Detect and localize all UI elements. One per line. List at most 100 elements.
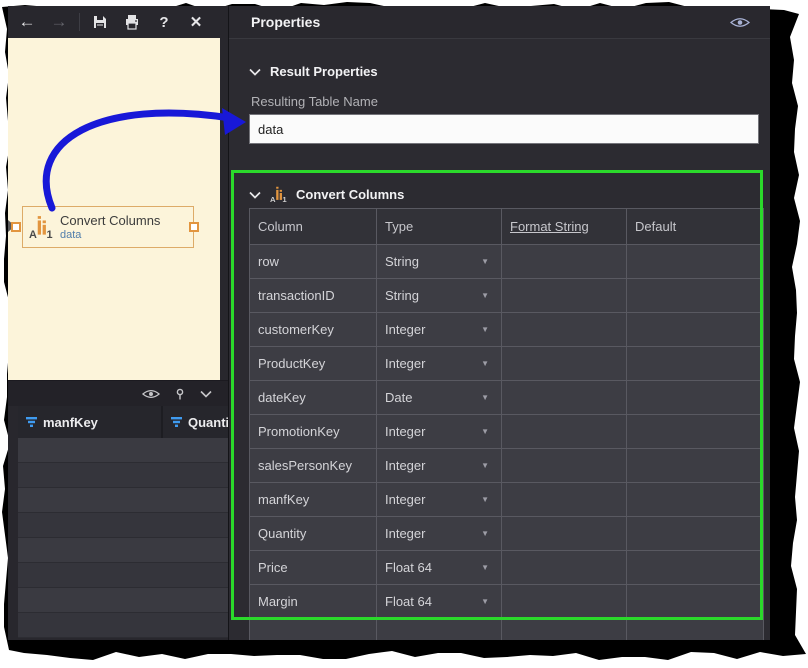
chevron-down-icon bbox=[249, 68, 261, 76]
resulting-table-name-input[interactable] bbox=[249, 114, 759, 144]
dropdown-caret-icon: ▼ bbox=[481, 257, 489, 266]
format-string-cell[interactable] bbox=[502, 551, 627, 585]
type-dropdown[interactable]: String▼ bbox=[377, 245, 502, 279]
column-name-cell: ProductKey bbox=[250, 347, 377, 381]
column-name-cell: dateKey bbox=[250, 381, 377, 415]
convert-row: QuantityInteger▼ bbox=[250, 517, 764, 551]
app-window: ← → bbox=[8, 6, 770, 640]
default-cell[interactable] bbox=[627, 381, 764, 415]
svg-text:A: A bbox=[270, 195, 276, 203]
pin-icon bbox=[174, 388, 186, 400]
preview-pin-button[interactable] bbox=[174, 388, 186, 400]
format-string-cell[interactable] bbox=[502, 279, 627, 313]
column-name-cell: row bbox=[250, 245, 377, 279]
preview-collapse-button[interactable] bbox=[200, 390, 212, 398]
type-dropdown[interactable]: Float 64▼ bbox=[377, 551, 502, 585]
filter-icon bbox=[26, 417, 37, 427]
column-name-cell: Margin bbox=[250, 585, 377, 619]
save-button[interactable] bbox=[85, 9, 115, 35]
col-header-format-string[interactable]: Format String bbox=[502, 209, 627, 245]
column-name-cell: salesPersonKey bbox=[250, 449, 377, 483]
node-title: Convert Columns bbox=[60, 213, 160, 228]
print-button[interactable] bbox=[117, 9, 147, 35]
properties-panel-header: Properties bbox=[229, 6, 770, 39]
format-string-cell[interactable] bbox=[502, 449, 627, 483]
default-cell[interactable] bbox=[627, 347, 764, 381]
format-string-cell[interactable] bbox=[502, 585, 627, 619]
dropdown-caret-icon: ▼ bbox=[481, 291, 489, 300]
format-string-cell[interactable] bbox=[502, 517, 627, 551]
panel-title: Properties bbox=[251, 14, 320, 30]
col-header-column: Column bbox=[250, 209, 377, 245]
convert-columns-node-icon: A 1 bbox=[29, 215, 53, 239]
dropdown-caret-icon: ▼ bbox=[481, 325, 489, 334]
node-subtitle: data bbox=[60, 229, 160, 241]
type-dropdown[interactable]: Integer▼ bbox=[377, 347, 502, 381]
grid-row bbox=[18, 538, 228, 563]
toolbar-divider bbox=[79, 13, 80, 31]
dropdown-caret-icon: ▼ bbox=[481, 495, 489, 504]
convert-columns-node[interactable]: A 1 Convert Columns data bbox=[22, 206, 194, 248]
type-dropdown[interactable]: Float 64▼ bbox=[377, 585, 502, 619]
save-icon bbox=[92, 14, 108, 30]
default-cell[interactable] bbox=[627, 551, 764, 585]
format-string-cell[interactable] bbox=[502, 483, 627, 517]
default-cell[interactable] bbox=[627, 585, 764, 619]
type-dropdown[interactable]: Date▼ bbox=[377, 381, 502, 415]
preview-eye-button[interactable] bbox=[142, 388, 160, 400]
format-string-cell[interactable] bbox=[502, 381, 627, 415]
convert-columns-section-header[interactable]: A 1 Convert Columns bbox=[249, 186, 404, 203]
type-dropdown[interactable]: Integer▼ bbox=[377, 449, 502, 483]
filter-icon bbox=[171, 417, 182, 427]
default-cell[interactable] bbox=[627, 313, 764, 347]
grid-row bbox=[18, 613, 228, 638]
column-name-cell: transactionID bbox=[250, 279, 377, 313]
convert-row bbox=[250, 619, 764, 641]
type-dropdown[interactable]: Integer▼ bbox=[377, 483, 502, 517]
default-cell[interactable] bbox=[627, 415, 764, 449]
default-cell[interactable] bbox=[627, 517, 764, 551]
format-string-cell[interactable] bbox=[502, 313, 627, 347]
dropdown-caret-icon: ▼ bbox=[481, 359, 489, 368]
grid-column-manfkey[interactable]: manfKey bbox=[18, 406, 163, 438]
convert-row: customerKeyInteger▼ bbox=[250, 313, 764, 347]
output-connector[interactable] bbox=[189, 222, 199, 232]
default-cell[interactable] bbox=[627, 449, 764, 483]
grid-row bbox=[18, 513, 228, 538]
result-properties-section-header[interactable]: Result Properties bbox=[249, 64, 378, 79]
dropdown-caret-icon: ▼ bbox=[481, 393, 489, 402]
grid-row bbox=[18, 488, 228, 513]
back-button[interactable]: ← bbox=[12, 9, 42, 35]
type-dropdown[interactable] bbox=[377, 619, 502, 641]
convert-row: PromotionKeyInteger▼ bbox=[250, 415, 764, 449]
convert-row: salesPersonKeyInteger▼ bbox=[250, 449, 764, 483]
format-string-cell[interactable] bbox=[502, 415, 627, 449]
default-cell[interactable] bbox=[627, 245, 764, 279]
convert-row: manfKeyInteger▼ bbox=[250, 483, 764, 517]
panel-eye-button[interactable] bbox=[730, 16, 750, 32]
type-dropdown[interactable]: Integer▼ bbox=[377, 415, 502, 449]
design-canvas[interactable]: A 1 Convert Columns data bbox=[8, 38, 220, 380]
input-connector[interactable] bbox=[11, 222, 21, 232]
chevron-down-icon bbox=[249, 191, 261, 199]
type-dropdown[interactable]: Integer▼ bbox=[377, 313, 502, 347]
main-toolbar: ← → bbox=[8, 6, 228, 38]
convert-row: transactionIDString▼ bbox=[250, 279, 764, 313]
col-header-type: Type bbox=[377, 209, 502, 245]
section-title: Convert Columns bbox=[296, 187, 404, 202]
default-cell[interactable] bbox=[627, 483, 764, 517]
close-button[interactable]: ✕ bbox=[181, 9, 211, 35]
left-column: ← → bbox=[8, 6, 228, 640]
grid-column-quantity[interactable]: Quantity bbox=[163, 406, 228, 438]
type-dropdown[interactable]: String▼ bbox=[377, 279, 502, 313]
default-cell[interactable] bbox=[627, 279, 764, 313]
default-cell[interactable] bbox=[627, 619, 764, 641]
convert-columns-icon: A 1 bbox=[270, 186, 287, 203]
format-string-cell[interactable] bbox=[502, 619, 627, 641]
format-string-cell[interactable] bbox=[502, 245, 627, 279]
help-button[interactable]: ? bbox=[149, 9, 179, 35]
format-string-cell[interactable] bbox=[502, 347, 627, 381]
forward-button[interactable]: → bbox=[44, 9, 74, 35]
grid-row bbox=[18, 463, 228, 488]
type-dropdown[interactable]: Integer▼ bbox=[377, 517, 502, 551]
